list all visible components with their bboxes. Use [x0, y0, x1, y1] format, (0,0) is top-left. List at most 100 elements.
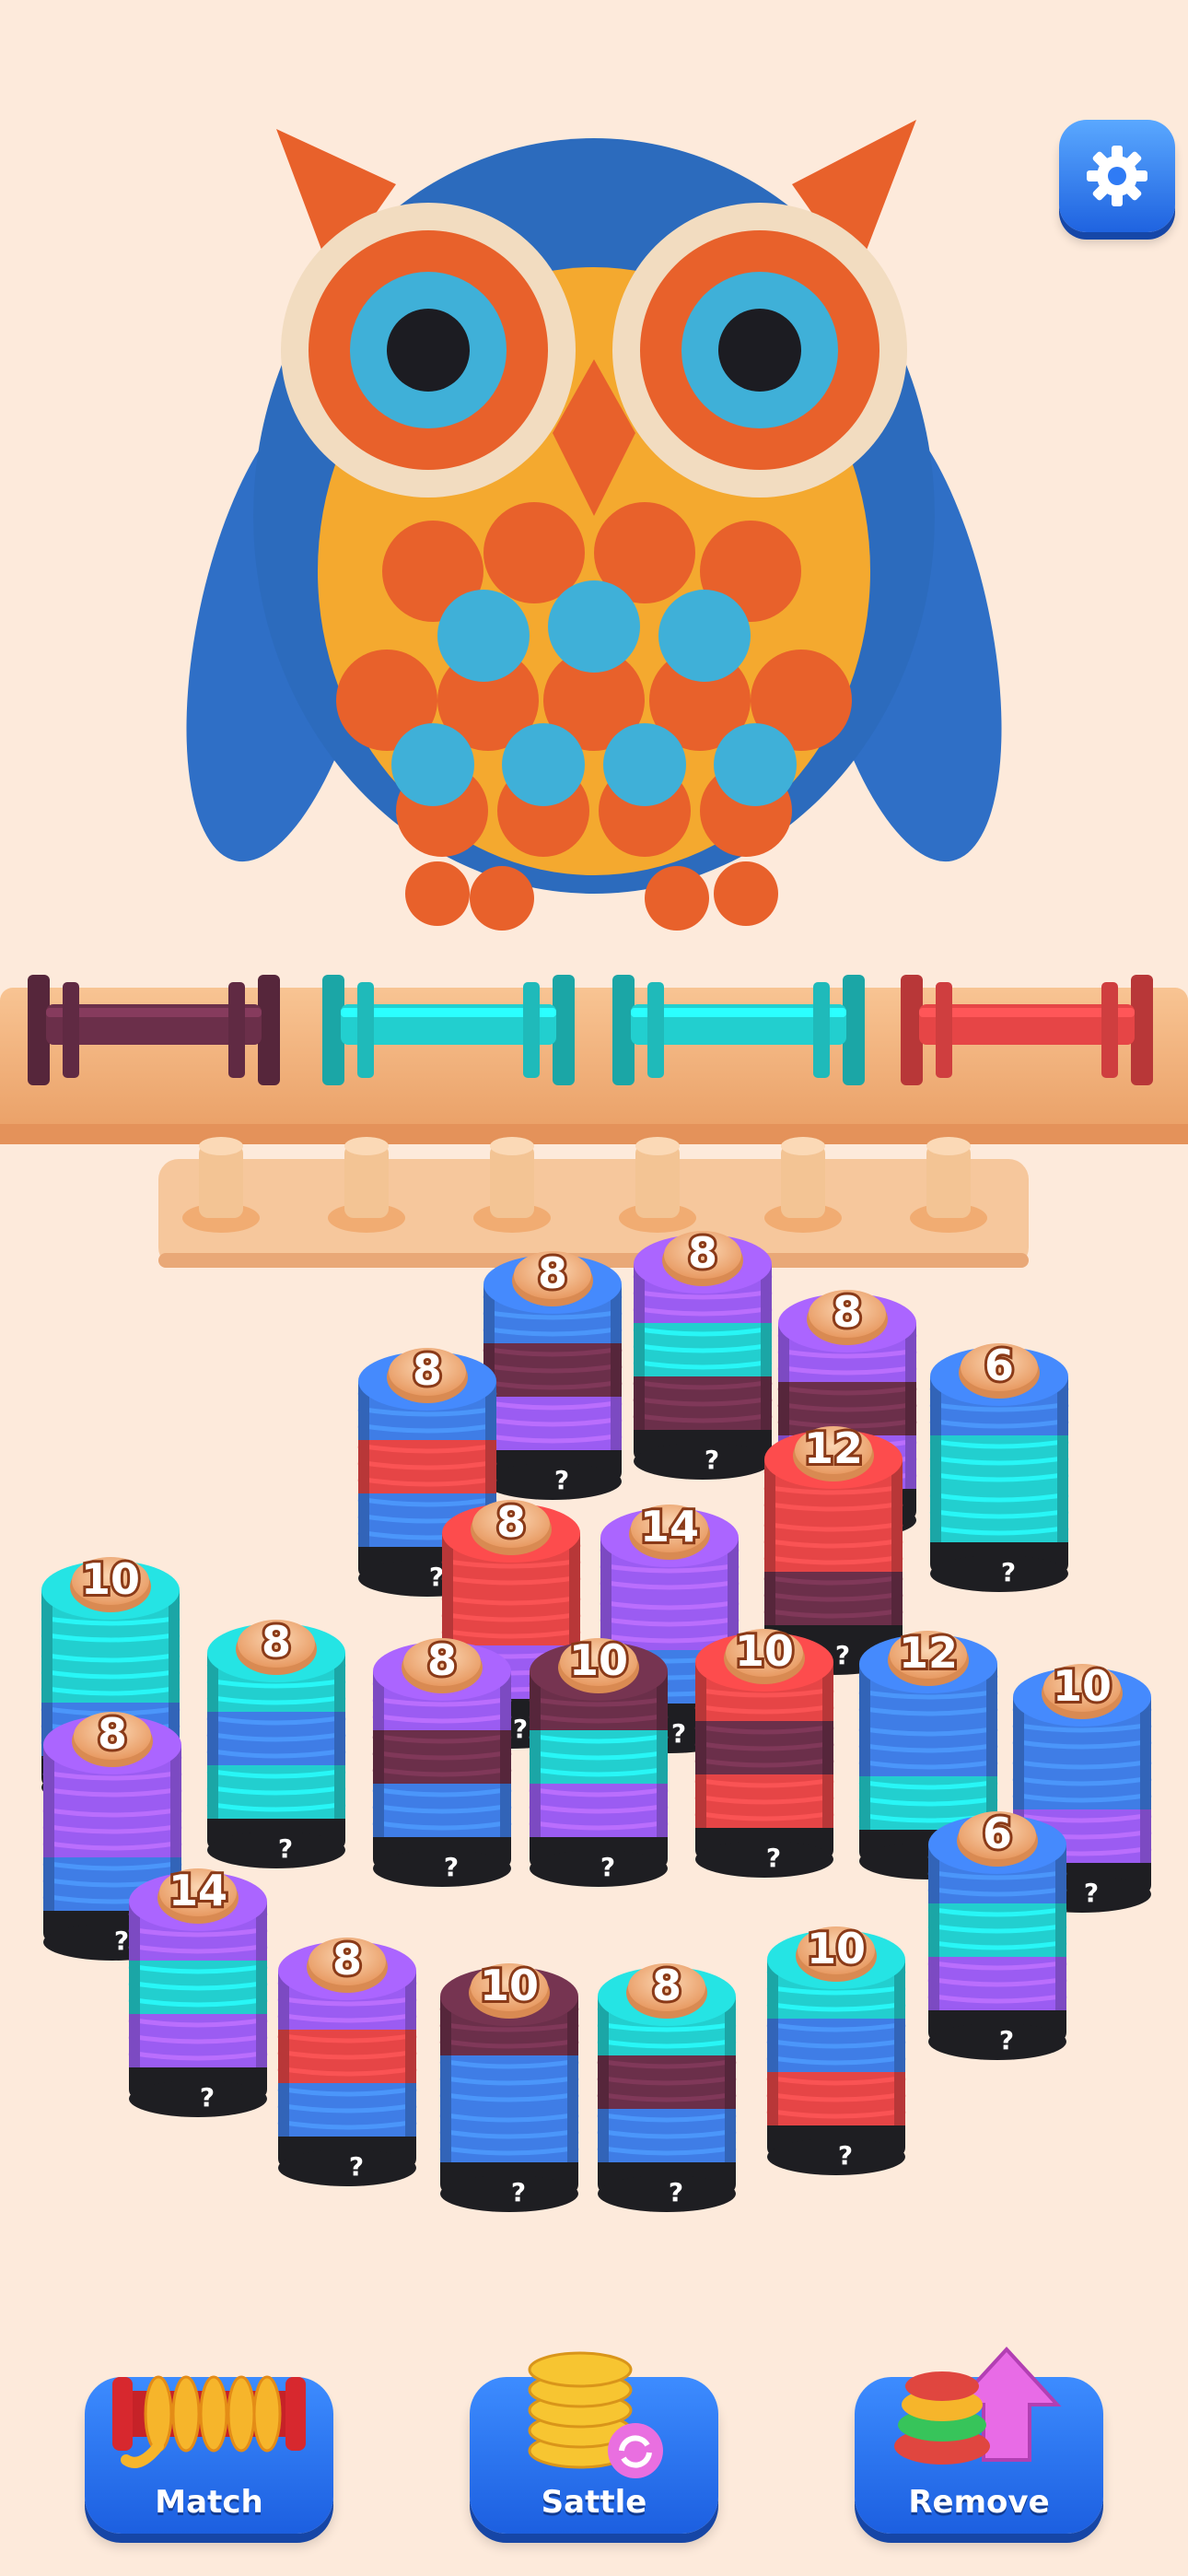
yarn-band-cyan — [929, 1483, 1069, 1542]
remove-button[interactable]: Remove — [855, 2347, 1103, 2534]
yarn-band-cyan — [927, 1898, 1067, 1957]
yarn-stack[interactable]: ?8 — [277, 1932, 417, 2186]
yarn-band-red — [277, 2024, 417, 2083]
stack-count-label: 10 — [807, 1924, 866, 1973]
stack-count-label: 10 — [735, 1626, 794, 1676]
yarn-stack[interactable]: ?8 — [483, 1246, 623, 1500]
hidden-marker: ? — [600, 1852, 615, 1882]
stack-count-label: 8 — [538, 1248, 567, 1298]
hidden-marker: ? — [444, 1852, 459, 1882]
peg-board — [158, 1159, 1029, 1268]
yarn-stack[interactable]: ? 10 — [439, 1958, 579, 2212]
yarn-band-purple — [42, 1798, 182, 1857]
stack-count-label: 8 — [496, 1497, 526, 1547]
stack-count-label: 10 — [1053, 1661, 1112, 1711]
yarn-band-cyan — [128, 1955, 268, 2014]
yarn-stack[interactable]: ?8 — [372, 1633, 512, 1887]
yarn-band-cyan — [529, 1725, 669, 1784]
stack-count-label: 14 — [169, 1866, 227, 1915]
hidden-marker: ? — [429, 1562, 444, 1592]
knitted-owl-image — [186, 120, 1002, 931]
hidden-marker: ? — [669, 2177, 683, 2207]
stack-count-label: 10 — [480, 1961, 539, 2010]
yarn-band-purple — [128, 2008, 268, 2067]
gear-icon — [1087, 146, 1147, 206]
yarn-band-maroon — [763, 1566, 903, 1625]
yarn-band-red — [766, 2067, 906, 2125]
sattle-button[interactable]: Sattle — [470, 2351, 718, 2534]
yarn-band-blue — [277, 2078, 417, 2137]
hidden-marker: ? — [114, 1926, 129, 1956]
yarn-band-purple — [483, 1391, 623, 1450]
yarn-stack[interactable]: ? 14 — [128, 1863, 268, 2117]
match-label: Match — [155, 2484, 263, 2521]
yarn-band-red — [357, 1434, 497, 1493]
yarn-band-blue — [858, 1717, 998, 1776]
sattle-label: Sattle — [541, 2484, 647, 2521]
coin-shuffle-icon — [528, 2351, 663, 2478]
yarn-band-blue — [1012, 1751, 1152, 1809]
yarn-stack[interactable]: ? 10 — [694, 1623, 834, 1878]
yarn-band-purple — [529, 1778, 669, 1837]
remove-label: Remove — [908, 2484, 1050, 2521]
stack-count-label: 6 — [983, 1809, 1012, 1858]
yarn-band-purple — [927, 1951, 1067, 2010]
yarn-band-maroon — [597, 2050, 737, 2109]
yarn-band-blue — [372, 1778, 512, 1837]
stack-count-label: 8 — [833, 1287, 862, 1337]
hidden-marker: ? — [838, 2140, 853, 2171]
stack-count-label: 12 — [899, 1628, 958, 1678]
hidden-marker: ? — [349, 2151, 364, 2182]
yarn-band-maroon — [372, 1725, 512, 1784]
yarn-band-maroon — [483, 1338, 623, 1397]
stack-count-label: 12 — [804, 1423, 863, 1473]
hidden-marker: ? — [705, 1445, 719, 1475]
yarn-stack[interactable]: ?8 — [597, 1958, 737, 2212]
yarn-band-cyan — [41, 1644, 181, 1703]
yarn-stack[interactable]: ?8 — [633, 1225, 773, 1480]
hidden-marker: ? — [835, 1640, 850, 1670]
yarn-stack[interactable]: ?6 — [929, 1338, 1069, 1592]
hidden-marker: ? — [1001, 1557, 1016, 1587]
yarn-stack[interactable]: ? 10 — [766, 1921, 906, 2175]
game-scene: ?8?8?8?8?6?12?8?14?10?8?8?10?10?12?10?8?… — [0, 120, 1188, 2212]
yarn-band-maroon — [694, 1715, 834, 1774]
hidden-marker: ? — [999, 2025, 1014, 2055]
rope-spool-icon — [112, 2375, 306, 2468]
stack-count-label: 10 — [81, 1554, 140, 1604]
hidden-marker: ? — [511, 2177, 526, 2207]
stack-count-label: 14 — [640, 1502, 699, 1551]
yarn-band-blue — [206, 1706, 346, 1765]
stack-count-label: 6 — [984, 1341, 1014, 1390]
hidden-marker: ? — [671, 1718, 686, 1749]
hidden-marker: ? — [1084, 1878, 1099, 1908]
yarn-band-red — [763, 1513, 903, 1572]
yarn-band-cyan — [633, 1317, 773, 1376]
yarn-stack[interactable]: ? 10 — [529, 1633, 669, 1887]
hidden-marker: ? — [200, 2082, 215, 2113]
stack-count-label: 8 — [262, 1617, 291, 1667]
hidden-marker: ? — [513, 1714, 528, 1744]
yarn-stack[interactable]: ?8 — [206, 1614, 346, 1868]
yarn-band-blue — [439, 2103, 579, 2162]
yarn-band-red — [441, 1587, 581, 1645]
stack-count-label: 8 — [413, 1345, 442, 1395]
match-button[interactable]: Match — [85, 2375, 333, 2534]
yarn-band-blue — [766, 2013, 906, 2072]
yarn-stack[interactable]: ?6 — [927, 1806, 1067, 2060]
hidden-marker: ? — [766, 1843, 781, 1873]
yarn-arrow-icon — [894, 2347, 1062, 2465]
yarn-band-cyan — [929, 1430, 1069, 1489]
hidden-marker: ? — [278, 1833, 293, 1864]
stack-count-label: 10 — [569, 1635, 628, 1685]
yarn-band-red — [694, 1769, 834, 1828]
yarn-band-blue — [597, 2103, 737, 2162]
stack-count-label: 8 — [688, 1228, 717, 1278]
stack-count-label: 8 — [332, 1935, 362, 1985]
hidden-marker: ? — [554, 1465, 569, 1495]
settings-button[interactable] — [1059, 120, 1175, 232]
stack-count-label: 8 — [98, 1709, 127, 1759]
yarn-band-maroon — [633, 1371, 773, 1430]
yarn-band-blue — [439, 2050, 579, 2109]
stack-count-label: 8 — [427, 1635, 457, 1685]
